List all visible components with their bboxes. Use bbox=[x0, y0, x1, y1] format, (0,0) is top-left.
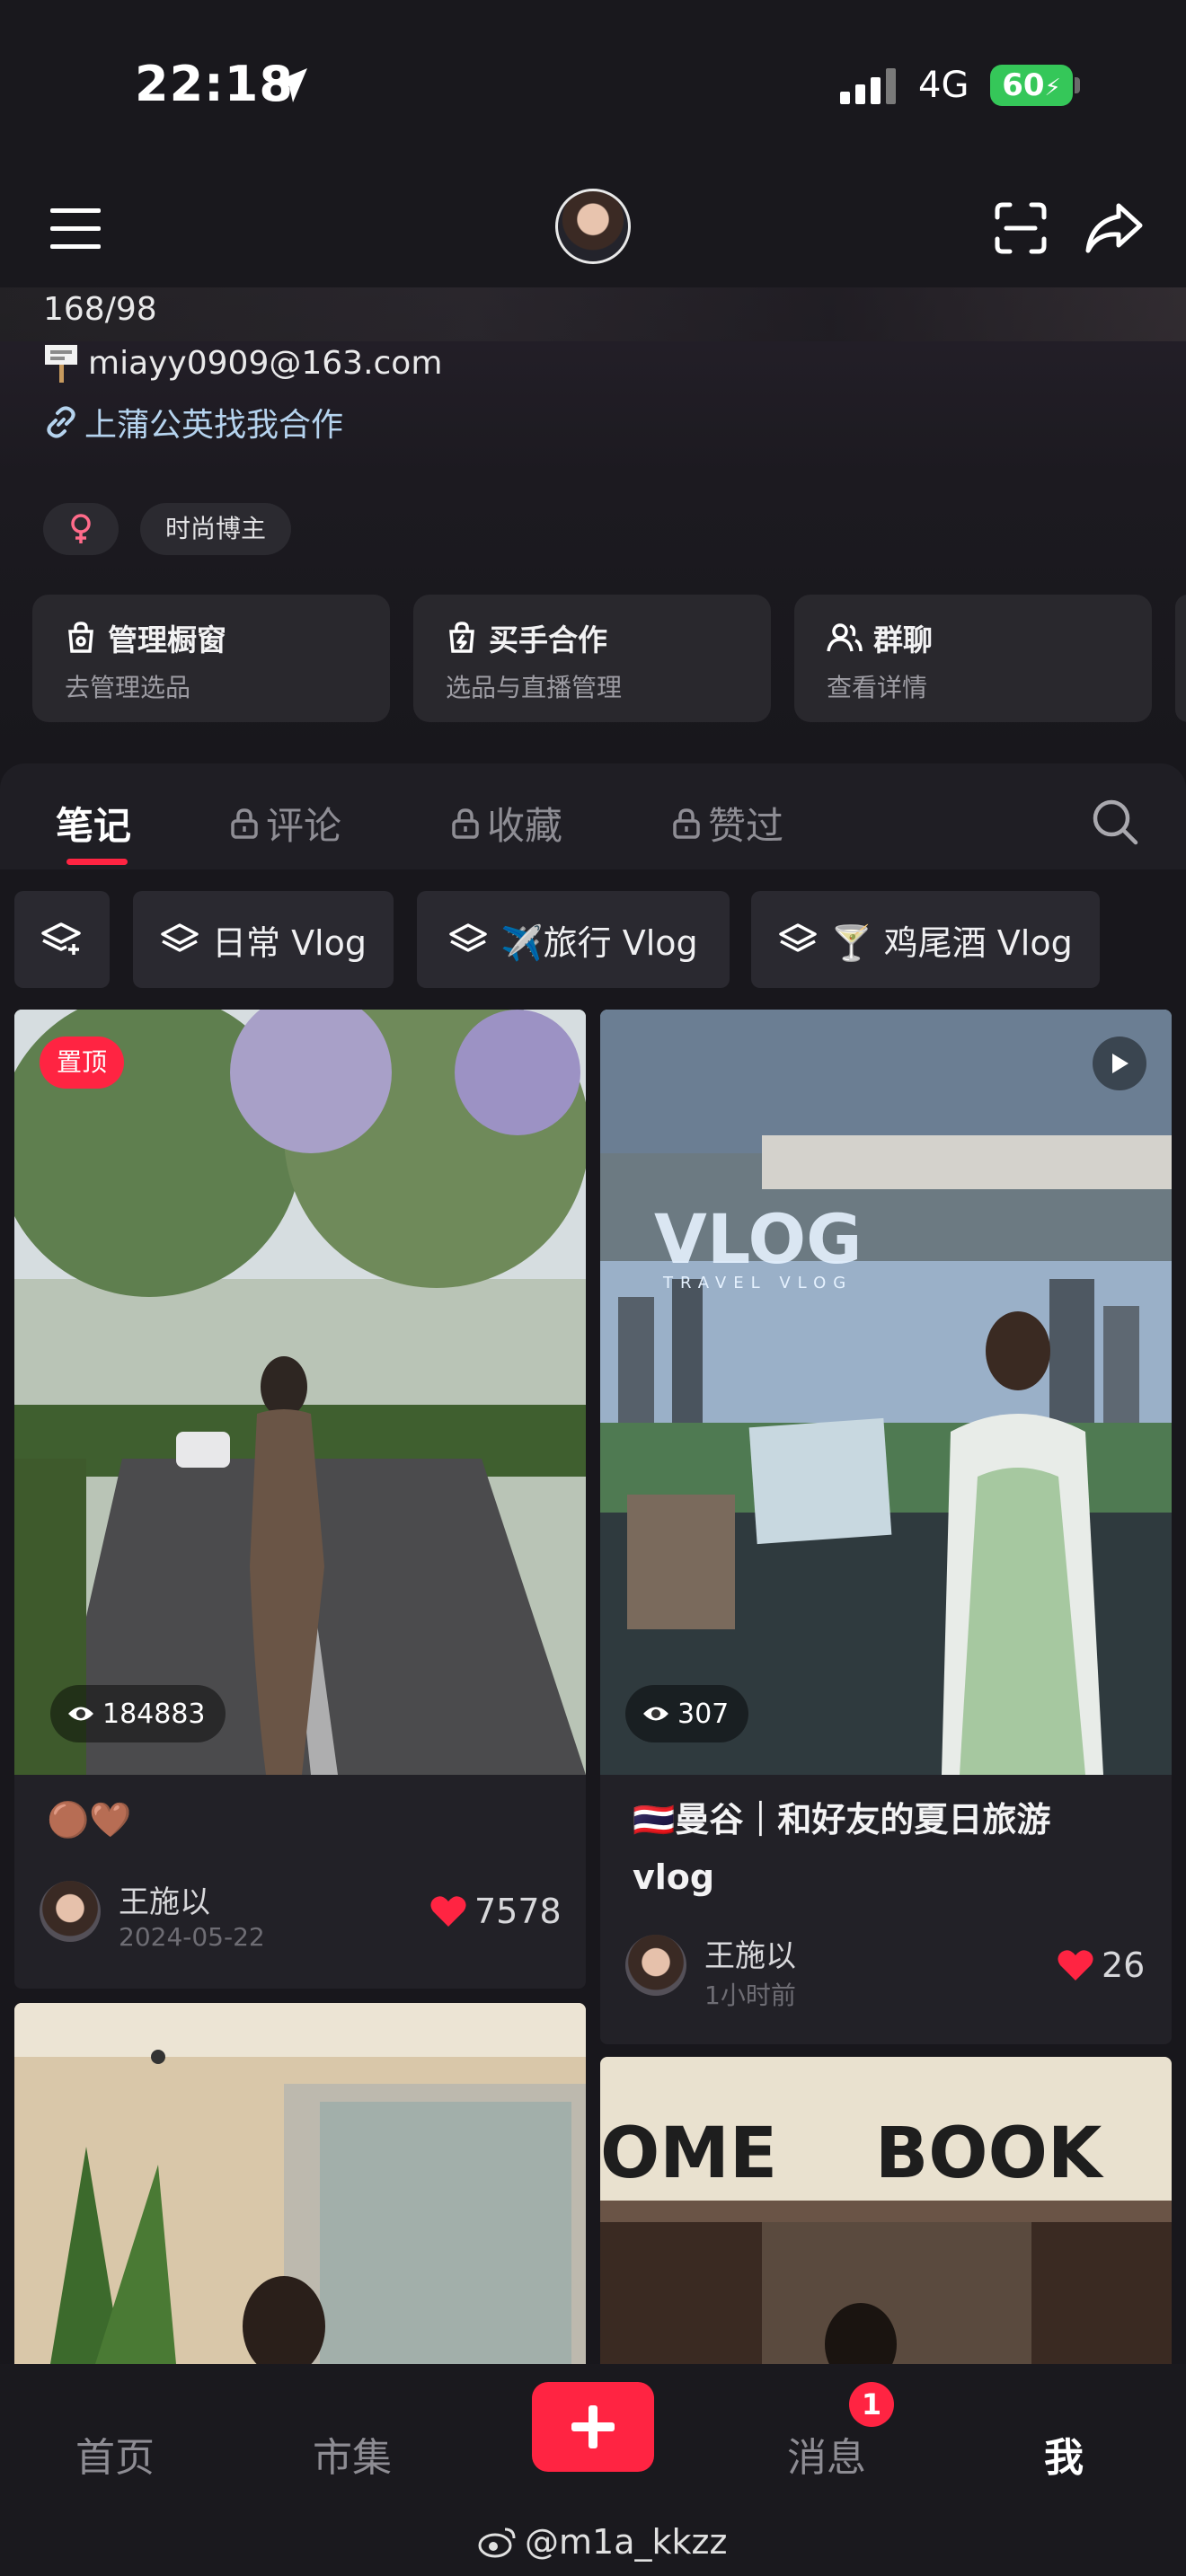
collab-link[interactable]: 上蒲公英找我合作 bbox=[43, 399, 343, 446]
link-icon bbox=[47, 406, 75, 438]
view-count-badge: 307 bbox=[625, 1685, 749, 1742]
watermark: @m1a_kkzz bbox=[478, 2522, 727, 2562]
top-nav-bar bbox=[0, 171, 1186, 287]
menu-icon bbox=[50, 208, 101, 249]
bottom-nav-messages[interactable]: 消息 bbox=[787, 2425, 866, 2483]
gender-tag bbox=[43, 503, 119, 555]
scan-button[interactable] bbox=[990, 198, 1051, 259]
post-time: 2024-05-22 bbox=[119, 1922, 265, 1952]
post-time: 1小时前 bbox=[704, 1981, 796, 2010]
shop-bag-icon bbox=[68, 622, 93, 653]
layers-add-icon bbox=[41, 922, 81, 955]
card-title: 管理橱窗 bbox=[108, 622, 226, 657]
weibo-icon bbox=[478, 2527, 516, 2558]
role-tag: 时尚博主 bbox=[140, 503, 291, 555]
charging-bolt-icon: ⚡ bbox=[1044, 75, 1061, 101]
image-text: OME BOOK bbox=[600, 2113, 1104, 2194]
bottom-nav-home[interactable]: 首页 bbox=[75, 2425, 155, 2483]
eye-icon bbox=[68, 1707, 93, 1721]
bio-line: 168/98 bbox=[43, 291, 157, 328]
bio-email-row: miayy0909@163.com bbox=[43, 343, 442, 383]
heart-icon bbox=[430, 1896, 466, 1927]
layers-icon bbox=[449, 923, 488, 952]
card-title: 买手合作 bbox=[489, 622, 607, 657]
author-avatar bbox=[40, 1881, 101, 1942]
plus-icon bbox=[571, 2405, 615, 2448]
eye-icon bbox=[643, 1707, 668, 1721]
collection-chips: 日常 Vlog ✈️旅行 Vlog 🍸 鸡尾酒 Vlog bbox=[0, 869, 1186, 997]
card-group-chat[interactable]: 群聊 查看详情 bbox=[794, 595, 1152, 722]
pinned-badge: 置顶 bbox=[40, 1037, 124, 1089]
post-cover-image: OME BOOK bbox=[600, 2057, 1172, 2364]
avatar[interactable] bbox=[555, 189, 631, 264]
battery-tip bbox=[1075, 77, 1080, 93]
profile-cover-edge bbox=[0, 287, 1186, 341]
post-card-1[interactable]: 置顶 184883 🟤🤎 王施以 2024-05-22 7578 bbox=[14, 1010, 586, 1989]
signal-bars-icon bbox=[840, 68, 898, 104]
bio-email: miayy0909@163.com bbox=[88, 344, 443, 382]
sign-board-icon bbox=[45, 345, 77, 383]
scan-icon bbox=[995, 202, 1047, 254]
play-icon bbox=[1112, 1054, 1128, 1073]
post-card-3[interactable] bbox=[14, 2003, 586, 2364]
card-overflow-edge bbox=[1175, 595, 1186, 722]
battery-indicator: 60⚡ bbox=[990, 65, 1073, 106]
share-button[interactable] bbox=[1080, 198, 1148, 259]
post-cover-image: VLOG TRAVEL VLOG bbox=[600, 1010, 1172, 1775]
collab-link-text: 上蒲公英找我合作 bbox=[84, 407, 344, 444]
create-post-button[interactable] bbox=[532, 2382, 654, 2472]
tab-liked[interactable]: 赞过 bbox=[672, 796, 783, 851]
card-manage-showcase[interactable]: 管理橱窗 去管理选品 bbox=[32, 595, 390, 722]
like-count[interactable]: 26 bbox=[1057, 1945, 1145, 1985]
lock-icon bbox=[231, 807, 258, 839]
layers-icon bbox=[779, 923, 818, 952]
bottom-nav-me[interactable]: 我 bbox=[1044, 2425, 1084, 2483]
tab-comments[interactable]: 评论 bbox=[230, 796, 341, 851]
layers-icon bbox=[161, 923, 199, 952]
card-buyer-collab[interactable]: 买手合作 选品与直播管理 bbox=[413, 595, 771, 722]
chip-cocktail-vlog[interactable]: 🍸 鸡尾酒 Vlog bbox=[751, 891, 1100, 988]
image-text: VLOG bbox=[654, 1199, 863, 1279]
post-card-2[interactable]: VLOG TRAVEL VLOG 307 🇹🇭曼谷｜和好友的夏日旅游 vlog … bbox=[600, 1010, 1172, 2044]
heart-icon bbox=[1058, 1950, 1093, 1981]
card-subtitle: 查看详情 bbox=[827, 673, 928, 702]
menu-button[interactable] bbox=[45, 202, 106, 256]
card-title: 群聊 bbox=[873, 622, 933, 657]
tab-indicator bbox=[66, 859, 128, 865]
bottom-nav-market[interactable]: 市集 bbox=[313, 2425, 392, 2483]
card-subtitle: 去管理选品 bbox=[65, 673, 191, 702]
view-count-badge: 184883 bbox=[50, 1685, 226, 1742]
share-icon bbox=[1085, 203, 1143, 253]
tab-notes[interactable]: 笔记 bbox=[56, 796, 131, 851]
network-type: 4G bbox=[918, 65, 969, 106]
lock-icon bbox=[452, 807, 479, 839]
post-cover-image bbox=[14, 1010, 586, 1775]
card-subtitle: 选品与直播管理 bbox=[446, 673, 623, 702]
chip-daily-vlog[interactable]: 日常 Vlog bbox=[133, 891, 394, 988]
post-card-4[interactable]: OME BOOK bbox=[600, 2057, 1172, 2364]
post-title: 🟤🤎 bbox=[47, 1800, 132, 1839]
content-tabs: 笔记 评论 收藏 赞过 bbox=[0, 763, 1186, 869]
location-arrow-icon bbox=[273, 68, 307, 102]
author-name: 王施以 bbox=[704, 1938, 796, 1974]
search-icon[interactable] bbox=[1091, 798, 1139, 846]
female-icon bbox=[71, 514, 91, 543]
lightning-bag-icon bbox=[449, 622, 474, 653]
post-cover-image bbox=[14, 2003, 586, 2364]
message-badge: 1 bbox=[849, 2382, 894, 2427]
lock-icon bbox=[673, 807, 700, 839]
post-title: 🇹🇭曼谷｜和好友的夏日旅游 vlog bbox=[633, 1800, 1051, 1897]
group-icon bbox=[827, 623, 863, 652]
author-avatar bbox=[625, 1935, 686, 1996]
video-indicator bbox=[1093, 1037, 1146, 1090]
tab-favorites[interactable]: 收藏 bbox=[451, 796, 562, 851]
like-count[interactable]: 7578 bbox=[429, 1892, 562, 1931]
image-subtext: TRAVEL VLOG bbox=[662, 1274, 853, 1292]
profile-section: 168/98 miayy0909@163.com 上蒲公英找我合作 时尚博主 管… bbox=[0, 287, 1186, 763]
status-bar: 22:18 4G 60⚡ bbox=[0, 0, 1186, 171]
chip-travel-vlog[interactable]: ✈️旅行 Vlog bbox=[417, 891, 730, 988]
add-collection-chip[interactable] bbox=[14, 891, 110, 988]
author-name: 王施以 bbox=[119, 1884, 210, 1920]
